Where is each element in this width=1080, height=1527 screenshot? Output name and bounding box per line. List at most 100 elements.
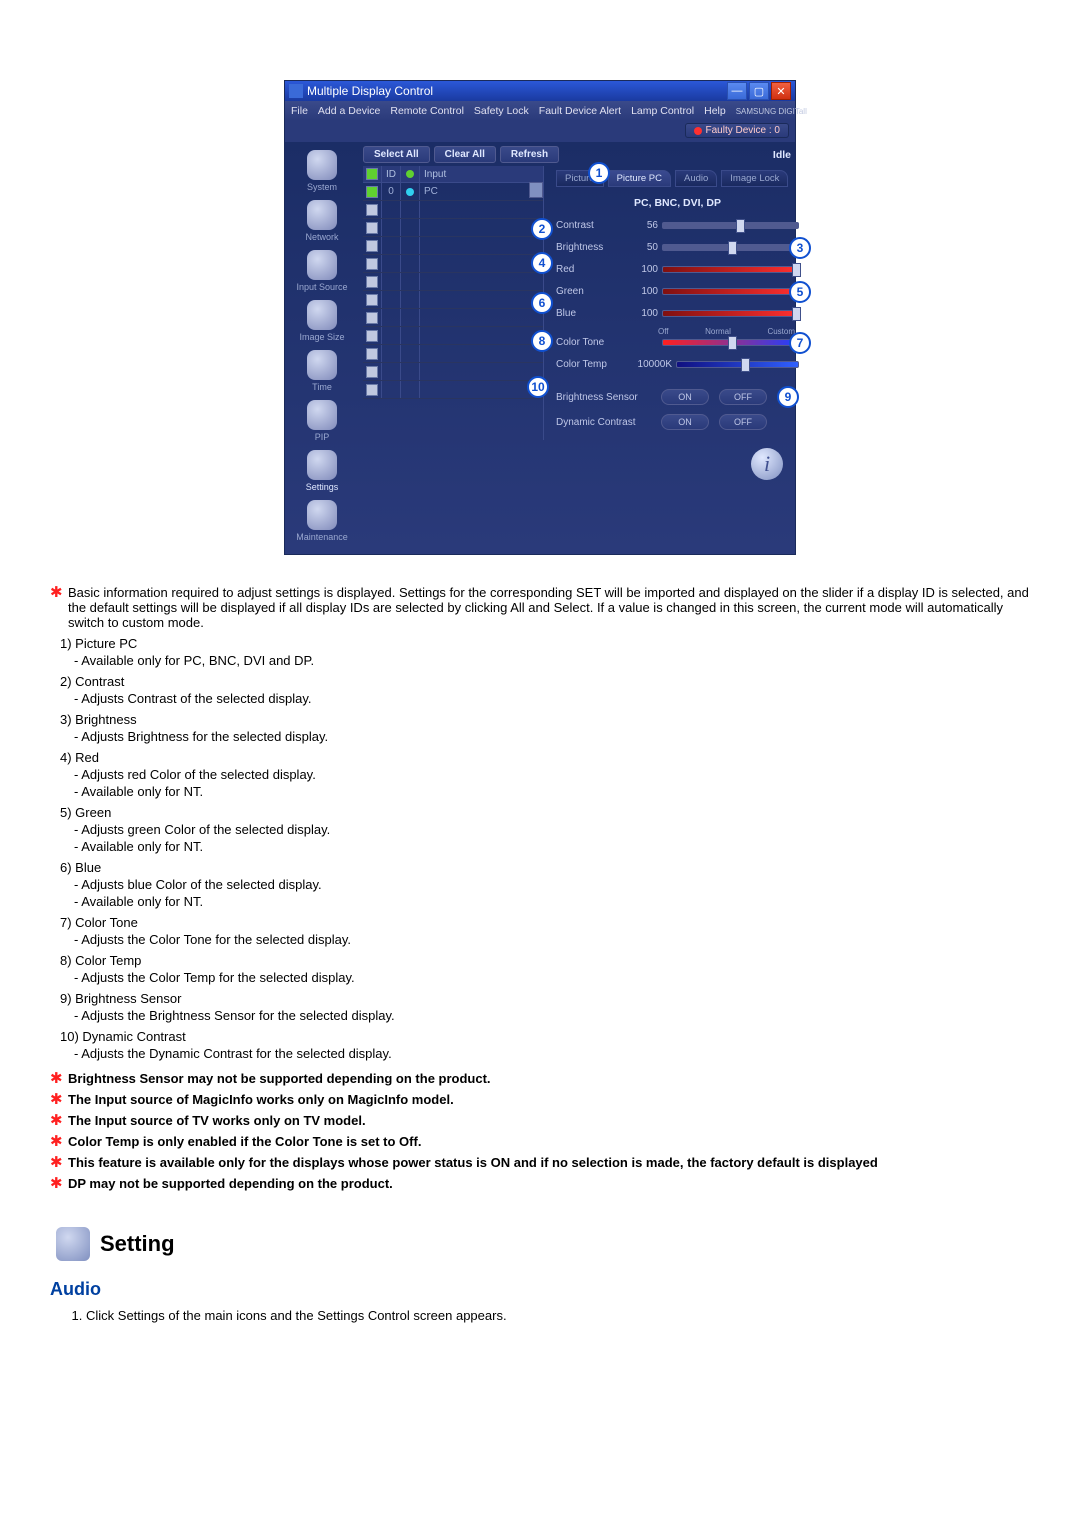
list-sub: - Adjusts the Color Temp for the selecte… [74,970,1030,985]
faulty-bar: Faulty Device : 0 [285,121,795,142]
sidebar-item-settings[interactable]: Settings [285,448,359,494]
star-icon: ✱ [50,1176,68,1191]
sidebar-item-maintenance[interactable]: Maintenance [285,498,359,544]
brightness-sensor-off[interactable]: OFF [719,389,767,405]
sidebar-item-network[interactable]: Network [285,198,359,244]
list-item: 10) Dynamic Contrast- Adjusts the Dynami… [60,1029,1030,1061]
color-tone-row: Color Tone 7 [556,334,799,350]
tab-image-lock[interactable]: Image Lock [721,170,788,187]
menu-safety-lock[interactable]: Safety Lock [474,105,529,117]
star-icon: ✱ [50,1092,68,1107]
dynamic-contrast-on[interactable]: ON [661,414,709,430]
annotation-5: 5 [789,281,811,303]
row-checkbox[interactable] [366,204,378,216]
list-sub: - Available only for NT. [74,894,1030,909]
table-row[interactable] [363,273,543,291]
important-note: ✱DP may not be supported depending on th… [50,1176,1030,1191]
menu-add-device[interactable]: Add a Device [318,105,380,117]
col-id-header: ID [382,166,401,182]
faulty-device-badge: Faulty Device : 0 [685,123,789,138]
green-slider[interactable] [662,288,799,295]
color-tone-slider[interactable] [662,339,799,346]
blue-value: 100 [628,308,662,319]
menu-lamp-control[interactable]: Lamp Control [631,105,694,117]
menu-help[interactable]: Help [704,105,726,117]
table-row[interactable] [363,237,543,255]
sidebar-item-image-size[interactable]: Image Size [285,298,359,344]
table-row[interactable]: 0 PC [363,183,543,201]
green-label: Green [556,286,628,297]
maximize-button[interactable]: ▢ [749,82,769,100]
menu-fault-device-alert[interactable]: Fault Device Alert [539,105,621,117]
row-checkbox[interactable] [366,348,378,360]
list-sub: - Adjusts Brightness for the selected di… [74,729,1030,744]
list-sub: - Adjusts the Dynamic Contrast for the s… [74,1046,1030,1061]
list-sub: - Adjusts blue Color of the selected dis… [74,877,1030,892]
sidebar-item-pip[interactable]: PIP [285,398,359,444]
contrast-label: Contrast [556,220,628,231]
table-row[interactable] [363,327,543,345]
row-checkbox[interactable] [366,186,378,198]
close-button[interactable]: ✕ [771,82,791,100]
list-item: 5) Green- Adjusts green Color of the sel… [60,805,1030,854]
row-checkbox[interactable] [366,330,378,342]
red-label: Red [556,264,628,275]
row-checkbox[interactable] [366,240,378,252]
sidebar-item-input-source[interactable]: Input Source [285,248,359,294]
clear-all-button[interactable]: Clear All [434,146,496,163]
select-all-button[interactable]: Select All [363,146,430,163]
color-temp-slider[interactable] [676,361,799,368]
dynamic-contrast-off[interactable]: OFF [719,414,767,430]
table-row[interactable] [363,255,543,273]
list-sub: - Adjusts the Brightness Sensor for the … [74,1008,1030,1023]
minimize-button[interactable]: — [727,82,747,100]
sidebar-item-time[interactable]: Time [285,348,359,394]
app-icon [289,84,303,98]
refresh-button[interactable]: Refresh [500,146,559,163]
main-area: Select All Clear All Refresh Idle ID Inp… [359,142,807,554]
list-sub: - Available only for PC, BNC, DVI and DP… [74,653,1030,668]
table-row[interactable] [363,363,543,381]
window-title: Multiple Display Control [307,84,433,98]
brightness-slider[interactable] [662,244,799,251]
blue-slider[interactable] [662,310,799,317]
header-checkbox[interactable] [366,168,378,180]
setting-heading-icon [56,1227,90,1261]
important-note: ✱The Input source of MagicInfo works onl… [50,1092,1030,1107]
row-checkbox[interactable] [366,384,378,396]
table-row[interactable] [363,219,543,237]
menu-remote-control[interactable]: Remote Control [390,105,464,117]
table-row[interactable] [363,345,543,363]
row-checkbox[interactable] [366,294,378,306]
tab-audio[interactable]: Audio [675,170,717,187]
dynamic-contrast-label: Dynamic Contrast [556,417,651,428]
row-checkbox[interactable] [366,366,378,378]
brightness-sensor-on[interactable]: ON [661,389,709,405]
table-row[interactable] [363,201,543,219]
table-row[interactable] [363,291,543,309]
col-input-header: Input [420,169,543,180]
red-row: Red 100 [556,261,799,277]
brightness-label: Brightness [556,242,628,253]
menu-file[interactable]: File [291,105,308,117]
sidebar-item-system[interactable]: System [285,148,359,194]
brightness-sensor-row: Brightness Sensor ON OFF 9 [556,386,799,408]
contrast-slider[interactable] [662,222,799,229]
system-icon [307,150,337,180]
table-row[interactable] [363,381,543,399]
device-table: ID Input 0 PC [363,166,544,440]
red-slider[interactable] [662,266,799,273]
list-item: 9) Brightness Sensor- Adjusts the Bright… [60,991,1030,1023]
scrollbar-thumb[interactable] [529,182,543,198]
brightness-value: 50 [628,242,662,253]
time-icon [307,350,337,380]
table-row[interactable] [363,309,543,327]
list-item: 7) Color Tone- Adjusts the Color Tone fo… [60,915,1030,947]
brand-label: SAMSUNG DIGITall [736,107,807,116]
row-checkbox[interactable] [366,258,378,270]
row-checkbox[interactable] [366,312,378,324]
row-checkbox[interactable] [366,276,378,288]
tab-picture-pc[interactable]: Picture PC [608,170,671,187]
list-sub: - Available only for NT. [74,784,1030,799]
row-checkbox[interactable] [366,222,378,234]
